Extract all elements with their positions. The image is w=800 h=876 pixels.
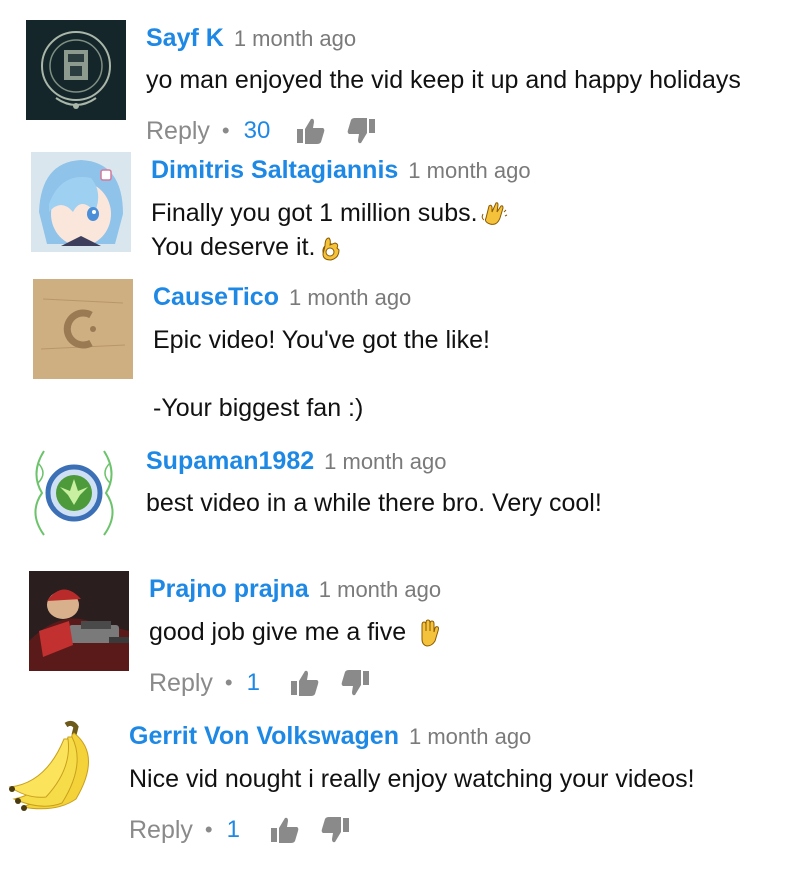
author-name[interactable]: Prajno prajna xyxy=(149,575,309,603)
comment-actions: Reply • 1 xyxy=(129,813,350,847)
comment-line-text: Finally you got 1 million subs. xyxy=(151,199,478,227)
timestamp[interactable]: 1 month ago xyxy=(324,449,446,474)
separator-dot: • xyxy=(224,670,233,695)
comment-line-text: good job give me a five xyxy=(149,618,407,646)
comment-line: -Your biggest fan :) xyxy=(153,394,364,422)
author-name[interactable]: Supaman1982 xyxy=(146,447,314,475)
comment-line: Nice vid nought i really enjoy watching … xyxy=(129,765,695,793)
comment-line: You deserve it. xyxy=(151,230,508,264)
thumbs-up-icon[interactable] xyxy=(290,669,320,697)
thumbs-down-icon[interactable] xyxy=(346,117,376,145)
reply-button[interactable]: Reply xyxy=(149,669,213,698)
separator-dot: • xyxy=(204,817,213,842)
raised-hand-emoji xyxy=(415,619,443,647)
timestamp[interactable]: 1 month ago xyxy=(408,158,530,183)
author-name[interactable]: Dimitris Saltagiannis xyxy=(151,156,398,184)
comment-text: good job give me a five xyxy=(149,615,443,649)
avatar[interactable] xyxy=(24,443,124,543)
comment-line: best video in a while there bro. Very co… xyxy=(146,489,602,517)
thumbs-down-icon[interactable] xyxy=(320,816,350,844)
reply-button[interactable]: Reply xyxy=(129,816,193,845)
comment-line-text: You deserve it. xyxy=(151,233,316,261)
comment-text: Finally you got 1 million subs. You dese… xyxy=(151,196,508,264)
comment-blank-line xyxy=(153,357,490,391)
comment-line: good job give me a five xyxy=(149,615,443,649)
like-count: 1 xyxy=(226,816,240,843)
thumbs-up-icon[interactable] xyxy=(296,117,326,145)
clapping-hands-emoji xyxy=(480,200,508,228)
avatar[interactable] xyxy=(6,715,110,819)
timestamp[interactable]: 1 month ago xyxy=(319,577,441,602)
like-count: 30 xyxy=(243,117,271,144)
comment-text: yo man enjoyed the vid keep it up and ha… xyxy=(146,63,741,97)
comment-line: Finally you got 1 million subs. xyxy=(151,196,508,230)
comment-actions: Reply • 30 xyxy=(146,114,376,148)
comment-header: Prajno prajna 1 month ago xyxy=(149,575,441,604)
comment-header: Dimitris Saltagiannis 1 month ago xyxy=(151,156,531,185)
comment-line: yo man enjoyed the vid keep it up and ha… xyxy=(146,66,741,94)
comment-header: CauseTico 1 month ago xyxy=(153,283,411,312)
avatar[interactable] xyxy=(26,20,126,120)
ok-hand-emoji xyxy=(317,234,345,262)
comment-line: Epic video! You've got the like! xyxy=(153,326,490,354)
reply-button[interactable]: Reply xyxy=(146,117,210,146)
author-name[interactable]: Sayf K xyxy=(146,24,224,52)
thumbs-down-icon[interactable] xyxy=(340,669,370,697)
avatar[interactable] xyxy=(31,152,131,252)
comment-text: Epic video! You've got the like! -Your b… xyxy=(153,323,490,425)
comment-header: Gerrit Von Volkswagen 1 month ago xyxy=(129,722,531,751)
like-count: 1 xyxy=(246,669,260,696)
comment-text: best video in a while there bro. Very co… xyxy=(146,486,602,520)
author-name[interactable]: CauseTico xyxy=(153,283,279,311)
comment-actions: Reply • 1 xyxy=(149,666,370,700)
comment-header: Sayf K 1 month ago xyxy=(146,24,356,53)
thumbs-up-icon[interactable] xyxy=(270,816,300,844)
separator-dot: • xyxy=(221,118,230,143)
comment-header: Supaman1982 1 month ago xyxy=(146,447,446,476)
timestamp[interactable]: 1 month ago xyxy=(289,285,411,310)
timestamp[interactable]: 1 month ago xyxy=(234,26,356,51)
timestamp[interactable]: 1 month ago xyxy=(409,724,531,749)
avatar[interactable] xyxy=(33,279,133,379)
avatar[interactable] xyxy=(29,571,129,671)
comment-text: Nice vid nought i really enjoy watching … xyxy=(129,762,695,796)
author-name[interactable]: Gerrit Von Volkswagen xyxy=(129,722,399,750)
